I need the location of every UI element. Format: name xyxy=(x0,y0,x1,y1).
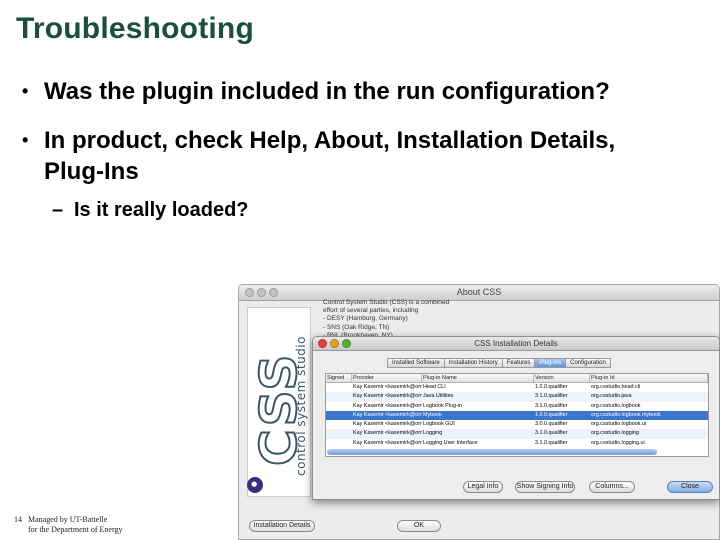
table-row[interactable]: Kay Kasemir <kasemirk@orn... Logging 3.1… xyxy=(326,429,708,439)
column-header-signed[interactable]: Signed xyxy=(326,374,352,382)
table-row[interactable]: Kay Kasemir <kasemirk@orn... Logbook Plu… xyxy=(326,402,708,411)
horizontal-scrollbar[interactable] xyxy=(327,449,657,455)
tab-features[interactable]: Features xyxy=(501,358,536,368)
signed-cell xyxy=(326,439,352,448)
plugin-id-cell: org.csstudio.logbook.ui xyxy=(591,421,647,428)
plugin-name-cell: Mybook xyxy=(423,411,442,418)
ok-button[interactable]: OK xyxy=(397,520,441,532)
installation-tab-bar: Installed Software Installation History … xyxy=(387,358,611,368)
column-header-provider[interactable]: Provider xyxy=(352,374,422,382)
plugin-id-cell: org.csstudio.head.cli xyxy=(591,384,641,390)
tab-installed-software[interactable]: Installed Software xyxy=(387,358,445,368)
about-description-line: Control System Studio (CSS) is a combine… xyxy=(323,299,450,306)
version-cell: 3.1.0.qualifier xyxy=(535,439,568,446)
plugin-table-header: Signed Provider Plug-in Name Version Plu… xyxy=(326,374,708,383)
show-signing-info-button[interactable]: Show Signing Info xyxy=(515,481,575,493)
bullet-dot-icon: • xyxy=(22,130,29,150)
signed-cell xyxy=(326,420,352,429)
version-cell: 1.0.0.qualifier xyxy=(535,384,568,390)
installation-titlebar: CSS Installation Details xyxy=(313,337,719,351)
column-header-plugin-id[interactable]: Plug-in Id xyxy=(590,374,708,382)
tab-installation-history[interactable]: Installation History xyxy=(443,358,503,368)
plugin-id-cell: org.csstudio.java xyxy=(591,393,632,400)
plugin-name-cell: Logbook Plug-in xyxy=(423,402,462,409)
about-description-line: - DESY (Hamburg, Germany) xyxy=(323,315,408,323)
about-description-line: - SNS (Oak Ridge, TN) xyxy=(323,323,390,331)
footer-line: for the Department of Energy xyxy=(28,525,123,534)
columns-button[interactable]: Columns... xyxy=(589,481,635,493)
bullet-item: • Was the plugin included in the run con… xyxy=(22,76,662,107)
signed-cell xyxy=(326,429,352,438)
signed-cell xyxy=(326,392,352,401)
bullet-list: • Was the plugin included in the run con… xyxy=(22,76,662,223)
tab-configuration[interactable]: Configuration xyxy=(565,358,611,368)
plugin-id-cell: org.csstudio.logbook xyxy=(591,402,641,409)
bullet-item: • In product, check Help, About, Install… xyxy=(22,125,662,187)
eclipse-feature-icon[interactable] xyxy=(247,477,263,493)
version-cell: 1.0.0.qualifier xyxy=(535,411,568,418)
provider-cell: Kay Kasemir <kasemirk@orn... xyxy=(353,393,422,400)
table-row[interactable]: Kay Kasemir <kasemirk@orn... Head CLI 1.… xyxy=(326,383,708,392)
sub-bullet-item: – Is it really loaded? xyxy=(22,197,662,223)
provider-cell: Kay Kasemir <kasemirk@orn... xyxy=(353,439,422,446)
bullet-text: In product, check Help, About, Installat… xyxy=(44,127,616,185)
plugin-id-cell: org.csstudio.logging xyxy=(591,430,639,437)
slide-title: Troubleshooting xyxy=(16,12,254,45)
page-number: 14 xyxy=(14,515,22,524)
provider-cell: Kay Kasemir <kasemirk@orn... xyxy=(353,421,422,428)
footer-text: Managed by UT-Battelle for the Departmen… xyxy=(28,515,122,535)
about-dialog-title: About CSS xyxy=(456,287,502,297)
footer-line: Managed by UT-Battelle xyxy=(28,515,108,524)
plugin-name-cell: Head CLI xyxy=(423,384,446,390)
table-row[interactable]: Kay Kasemir <kasemirk@orn... Logging Use… xyxy=(326,439,708,448)
table-row-selected[interactable]: Kay Kasemir <kasemirk@orn... Mybook 1.0.… xyxy=(326,410,708,421)
bullet-dot-icon: • xyxy=(22,81,29,101)
provider-cell: Kay Kasemir <kasemirk@orn... xyxy=(353,402,422,409)
installation-dialog-title: CSS Installation Details xyxy=(474,339,558,348)
about-description-line: effort of several parties, including xyxy=(323,307,419,315)
plugin-id-cell: org.csstudio.logging.ui xyxy=(591,439,645,446)
version-cell: 3.0.0.qualifier xyxy=(535,421,568,428)
about-description: Control System Studio (CSS) is a combine… xyxy=(323,299,451,340)
version-cell: 3.1.0.qualifier xyxy=(535,393,568,400)
plugin-name-cell: Java Utilities xyxy=(423,393,454,400)
bullet-text: Was the plugin included in the run confi… xyxy=(44,78,610,105)
provider-cell: Kay Kasemir <kasemirk@orn... xyxy=(353,384,422,390)
column-header-plugin-name[interactable]: Plug-in Name xyxy=(422,374,534,382)
dash-icon: – xyxy=(52,199,64,221)
version-cell: 3.1.0.qualifier xyxy=(535,430,568,437)
plugin-name-cell: Logging xyxy=(423,430,443,437)
close-button[interactable]: Close xyxy=(667,481,713,493)
provider-cell: Kay Kasemir <kasemirk@orn... xyxy=(353,430,422,437)
installation-details-button[interactable]: Installation Details xyxy=(249,520,315,532)
column-header-version[interactable]: Version xyxy=(534,374,590,382)
plugin-name-cell: Logbook GUI xyxy=(423,421,455,428)
sub-bullet-text: Is it really loaded? xyxy=(74,199,249,221)
about-titlebar: About CSS xyxy=(239,285,719,301)
css-logo-subtitle: control system studio xyxy=(294,336,308,476)
plugin-table: Signed Provider Plug-in Name Version Plu… xyxy=(325,373,709,457)
signed-cell xyxy=(326,383,352,392)
version-cell: 3.1.0.qualifier xyxy=(535,402,568,409)
table-row[interactable]: Kay Kasemir <kasemirk@orn... Java Utilit… xyxy=(326,392,708,402)
provider-cell: Kay Kasemir <kasemirk@orn... xyxy=(353,411,422,418)
plugin-id-cell: org.csstudio.logbook.mybook xyxy=(591,411,661,418)
signed-cell xyxy=(326,402,352,411)
table-row[interactable]: Kay Kasemir <kasemirk@orn... Logbook GUI… xyxy=(326,420,708,429)
signed-cell xyxy=(326,411,352,420)
installation-details-dialog: CSS Installation Details Installed Softw… xyxy=(312,336,720,500)
plugin-name-cell: Logging User Interface xyxy=(423,439,478,446)
css-logo-panel: CSS control system studio xyxy=(247,307,311,497)
legal-info-button[interactable]: Legal Info xyxy=(463,481,503,493)
tab-plug-ins[interactable]: Plug-ins xyxy=(534,358,567,368)
